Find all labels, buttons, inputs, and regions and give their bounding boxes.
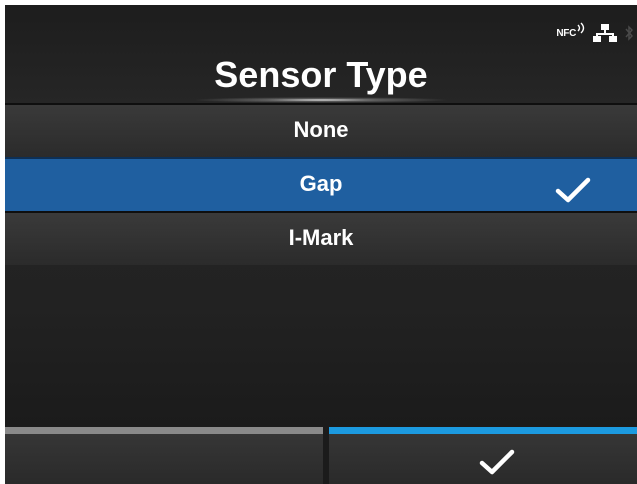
footer-bar xyxy=(5,427,637,484)
option-label: None xyxy=(293,117,349,142)
page-title: Sensor Type xyxy=(214,54,428,95)
option-label: I-Mark xyxy=(288,225,354,250)
network-icon xyxy=(593,24,617,42)
back-button[interactable] xyxy=(5,427,323,484)
nfc-label: NFC xyxy=(556,27,576,39)
check-icon xyxy=(479,449,515,480)
sensor-type-list: None Gap I-Mark xyxy=(5,103,637,265)
option-none[interactable]: None xyxy=(5,103,637,157)
status-bar: NFC xyxy=(556,22,633,43)
confirm-button[interactable] xyxy=(329,427,637,484)
option-i-mark[interactable]: I-Mark xyxy=(5,211,637,265)
option-label: Gap xyxy=(299,171,343,196)
nfc-waves-icon xyxy=(577,22,585,33)
option-gap[interactable]: Gap xyxy=(5,157,637,211)
sensor-type-screen: NFC Sensor Type None Gap I-Mark xyxy=(5,5,637,484)
bluetooth-icon xyxy=(625,23,633,43)
nfc-icon: NFC xyxy=(556,22,585,39)
